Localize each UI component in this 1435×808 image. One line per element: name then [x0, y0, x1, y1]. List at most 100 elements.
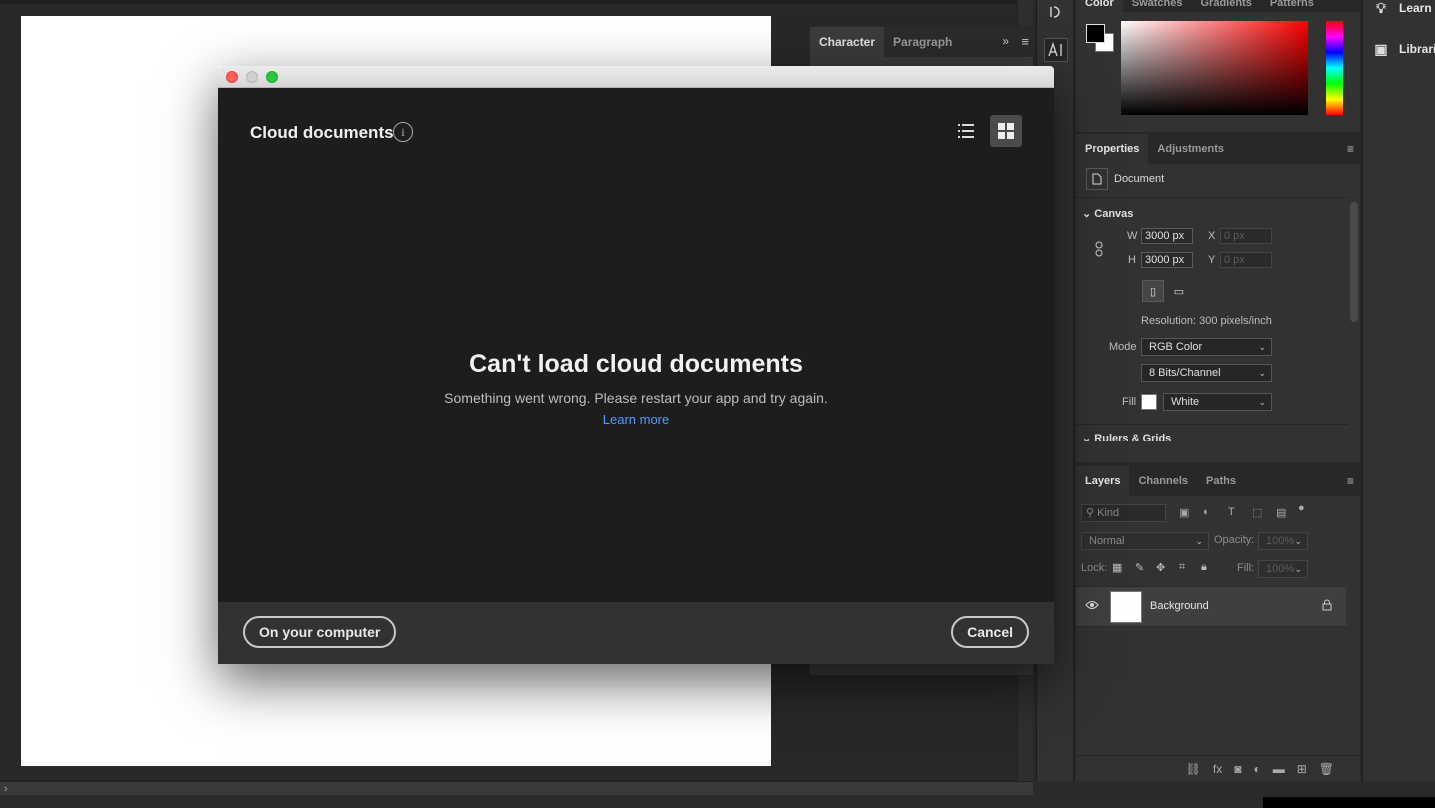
adjustment-layer-icon[interactable]: ◐	[1253, 762, 1260, 781]
on-your-computer-button[interactable]: On your computer	[243, 616, 397, 648]
expand-panels-icon[interactable]: »	[1002, 34, 1009, 48]
tab-color[interactable]: Color	[1076, 0, 1123, 12]
properties-menu-icon[interactable]: ≡	[1347, 142, 1354, 156]
new-group-icon[interactable]: ▬	[1273, 762, 1285, 781]
color-picker-field[interactable]	[1121, 21, 1308, 115]
libraries-panel-button[interactable]: ▣ Libraries	[1373, 41, 1435, 57]
layer-row[interactable]: Background	[1076, 586, 1346, 627]
character-panel-tabs: Character Paragraph	[810, 27, 1033, 57]
fill-dropdown[interactable]: White ⌄	[1163, 393, 1272, 411]
filter-type-icon[interactable]: T	[1228, 506, 1235, 518]
x-field[interactable]: 0 px	[1220, 228, 1272, 244]
opacity-field[interactable]: 100% ⌄	[1258, 532, 1308, 550]
info-icon[interactable]: i	[393, 122, 413, 142]
layers-menu-icon[interactable]: ≡	[1347, 474, 1354, 488]
chevron-down-icon: ⌄	[1294, 536, 1302, 546]
visibility-eye-icon[interactable]	[1085, 599, 1099, 613]
cancel-button[interactable]: Cancel	[951, 616, 1029, 648]
panel-menu-icon[interactable]: ≡	[1021, 34, 1029, 49]
screen-edge	[1263, 797, 1435, 808]
tab-layers[interactable]: Layers	[1076, 466, 1130, 496]
history-icon[interactable]	[1044, 0, 1068, 24]
color-panel-tabs: Color Swatches Gradients Patterns	[1076, 0, 1360, 12]
fill-label: Fill	[1122, 396, 1137, 408]
y-field[interactable]: 0 px	[1220, 252, 1272, 268]
status-expand-icon[interactable]: ›	[4, 782, 8, 796]
lock-transparent-icon[interactable]: ▦	[1112, 561, 1122, 574]
lock-artboard-icon[interactable]: ⌗	[1179, 561, 1185, 574]
fill-color-swatch[interactable]	[1141, 394, 1157, 410]
foreground-color-swatch[interactable]	[1086, 24, 1105, 43]
tab-properties[interactable]: Properties	[1076, 134, 1149, 164]
lock-brush-icon[interactable]: ✎	[1135, 561, 1144, 574]
delete-layer-icon[interactable]: 🗑︎	[1319, 762, 1334, 781]
document-icon	[1086, 168, 1108, 190]
link-dimensions-icon[interactable]	[1088, 238, 1110, 260]
layer-filter-kind: Kind	[1097, 507, 1120, 519]
filter-smart-object-icon[interactable]: ▤	[1276, 506, 1286, 519]
fill-value: White	[1171, 396, 1200, 408]
dialog-title: Cloud documents	[250, 123, 394, 142]
layers-panel: Layers Channels Paths ≡ ⚲ Kind ▣ ◐ T ⬚ ▤…	[1076, 466, 1360, 781]
lock-all-icon[interactable]: 🔒︎	[1201, 561, 1207, 574]
rulers-grids-section-toggle[interactable]: ⌄ Rulers & Grids	[1082, 432, 1171, 441]
tab-gradients[interactable]: Gradients	[1191, 0, 1260, 12]
layer-fill-field[interactable]: 100% ⌄	[1258, 560, 1308, 578]
add-mask-icon[interactable]: ◙	[1234, 762, 1241, 781]
canvas-section-toggle[interactable]: ⌄ Canvas	[1082, 207, 1133, 220]
layer-thumbnail	[1110, 591, 1142, 623]
libraries-label: Libraries	[1399, 42, 1435, 56]
minimize-window-button[interactable]	[246, 71, 258, 83]
dialog-footer: On your computer Cancel	[218, 602, 1054, 664]
learn-panel-button[interactable]: 💡︎ Learn	[1373, 0, 1432, 16]
height-field[interactable]: 3000 px	[1141, 252, 1193, 268]
bit-depth-dropdown[interactable]: 8 Bits/Channel ⌄	[1141, 364, 1272, 382]
layer-style-icon[interactable]: fx	[1213, 762, 1222, 781]
learn-more-link[interactable]: Learn more	[218, 412, 1054, 427]
layer-filter-dropdown[interactable]: ⚲ Kind	[1081, 504, 1166, 522]
tab-swatches[interactable]: Swatches	[1123, 0, 1192, 12]
layer-name: Background	[1150, 600, 1209, 612]
layer-lock-icon[interactable]	[1322, 599, 1332, 614]
landscape-orientation-icon[interactable]: ▭	[1168, 280, 1190, 302]
chevron-down-icon: ⌄	[1258, 368, 1266, 378]
color-panel: Color Swatches Gradients Patterns	[1076, 0, 1360, 132]
mode-dropdown[interactable]: RGB Color ⌄	[1141, 338, 1272, 356]
list-icon	[958, 124, 974, 138]
filter-adjustment-icon[interactable]: ◐	[1203, 506, 1210, 518]
tab-paragraph[interactable]: Paragraph	[884, 27, 961, 57]
resolution-text: Resolution: 300 pixels/inch	[1141, 315, 1272, 327]
filter-pixel-icon[interactable]: ▣	[1179, 506, 1189, 519]
portrait-orientation-icon[interactable]: ▯	[1142, 280, 1164, 302]
lock-position-icon[interactable]: ✥	[1156, 561, 1165, 574]
tab-character[interactable]: Character	[810, 27, 885, 57]
tab-channels[interactable]: Channels	[1129, 466, 1197, 496]
hue-slider[interactable]	[1326, 21, 1343, 115]
filter-shape-icon[interactable]: ⬚	[1252, 506, 1262, 519]
fill-label: Fill:	[1237, 562, 1255, 574]
error-message: Something went wrong. Please restart you…	[444, 390, 828, 406]
tab-adjustments[interactable]: Adjustments	[1148, 134, 1233, 164]
properties-panel-tabs: Properties Adjustments	[1076, 134, 1360, 164]
character-icon[interactable]	[1044, 38, 1068, 62]
far-right-panel-column: 💡︎ Learn ▣ Libraries	[1362, 0, 1435, 781]
width-field[interactable]: 3000 px	[1141, 228, 1193, 244]
tab-paths[interactable]: Paths	[1197, 466, 1245, 496]
opacity-value: 100%	[1266, 535, 1295, 547]
document-row: Document	[1086, 168, 1164, 190]
close-window-button[interactable]	[226, 71, 238, 83]
link-layers-icon[interactable]: ⛓	[1186, 762, 1201, 781]
zoom-window-button[interactable]	[266, 71, 278, 83]
mode-value: RGB Color	[1149, 341, 1203, 353]
layer-fill-value: 100%	[1266, 563, 1295, 575]
tab-patterns[interactable]: Patterns	[1261, 0, 1323, 12]
new-layer-icon[interactable]: ⊞	[1297, 762, 1307, 781]
lightbulb-icon: 💡︎	[1376, 0, 1386, 16]
list-view-button[interactable]	[950, 115, 982, 147]
blend-mode-dropdown[interactable]: Normal ⌄	[1081, 532, 1209, 550]
divider	[1076, 424, 1348, 425]
filter-toggle-icon[interactable]: ●	[1298, 502, 1305, 514]
document-label: Document	[1114, 173, 1165, 185]
grid-view-button[interactable]	[990, 115, 1022, 147]
properties-scrollbar[interactable]	[1350, 202, 1358, 322]
